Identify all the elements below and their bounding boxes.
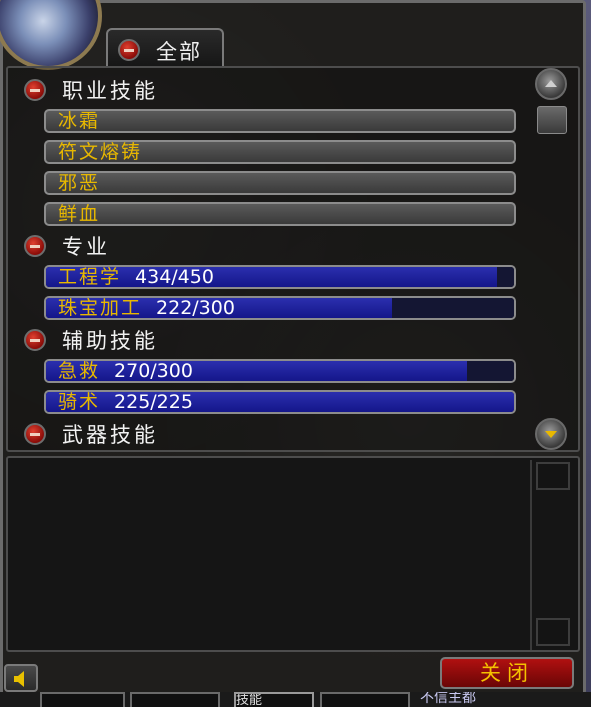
skill-row-unholy[interactable]: 邪恶: [44, 171, 516, 195]
category-label: 专业: [62, 235, 110, 259]
close-button[interactable]: 关闭: [440, 657, 574, 689]
progress-empty: [392, 298, 514, 318]
category-class-skills[interactable]: 职业技能: [24, 77, 158, 103]
skill-row-frost[interactable]: 冰霜: [44, 109, 516, 133]
skill-description-panel: [6, 456, 580, 652]
bottom-tab-bar: 技能 不信主都: [0, 692, 591, 707]
bottom-tab-1[interactable]: [40, 692, 125, 707]
collapse-icon[interactable]: [24, 423, 46, 445]
skill-row-jewelcrafting[interactable]: 珠宝加工 222/300: [44, 296, 516, 320]
skill-name: 骑术: [58, 391, 101, 413]
partial-text: 不信主都: [420, 692, 476, 706]
skill-name: 冰霜: [58, 110, 101, 132]
progress-empty: [467, 361, 514, 381]
skill-row-runeforging[interactable]: 符文熔铸: [44, 140, 516, 164]
scroll-up-button[interactable]: [536, 462, 570, 490]
skill-name: 邪恶: [58, 172, 101, 194]
description-scrollbar[interactable]: [530, 460, 576, 650]
bottom-tab-skills[interactable]: 技能: [234, 692, 314, 707]
category-label: 职业技能: [62, 79, 158, 103]
skill-name: 珠宝加工: [58, 297, 143, 319]
category-secondary-skills[interactable]: 辅助技能: [24, 327, 158, 353]
skill-name: 符文熔铸: [58, 141, 143, 163]
bottom-tab-2[interactable]: [130, 692, 220, 707]
category-label: 武器技能: [62, 423, 158, 447]
skill-name: 工程学: [58, 266, 122, 288]
scroll-up-button[interactable]: [535, 68, 567, 100]
scroll-down-button[interactable]: [535, 418, 567, 450]
skill-value: 222/300: [156, 297, 235, 319]
skill-row-blood[interactable]: 鲜血: [44, 202, 516, 226]
collapse-icon[interactable]: [24, 235, 46, 257]
scroll-down-button[interactable]: [536, 618, 570, 646]
scroll-thumb[interactable]: [537, 106, 567, 134]
collapse-icon[interactable]: [24, 329, 46, 351]
collapse-icon[interactable]: [118, 39, 140, 61]
skill-value: 270/300: [114, 360, 193, 382]
skill-name: 鲜血: [58, 203, 101, 225]
skill-row-riding[interactable]: 骑术 225/225: [44, 390, 516, 414]
skill-value: 225/225: [114, 391, 193, 413]
tab-all[interactable]: 全部: [106, 28, 224, 68]
category-label: 辅助技能: [62, 329, 158, 353]
skill-row-first-aid[interactable]: 急救 270/300: [44, 359, 516, 383]
collapse-icon[interactable]: [24, 79, 46, 101]
tab-all-label: 全部: [156, 40, 202, 64]
bottom-tab-4[interactable]: [320, 692, 410, 707]
arrow-down-icon: [545, 431, 557, 438]
arrow-up-icon: [545, 80, 557, 87]
skill-list-scrollbar[interactable]: [530, 66, 574, 452]
speaker-icon: [14, 671, 24, 687]
speaker-button[interactable]: [4, 664, 38, 692]
progress-empty: [497, 267, 514, 287]
category-professions[interactable]: 专业: [24, 233, 110, 259]
skill-value: 434/450: [135, 266, 214, 288]
skill-name: 急救: [58, 360, 101, 382]
skill-row-engineering[interactable]: 工程学 434/450: [44, 265, 516, 289]
category-weapon-skills[interactable]: 武器技能: [24, 421, 158, 447]
